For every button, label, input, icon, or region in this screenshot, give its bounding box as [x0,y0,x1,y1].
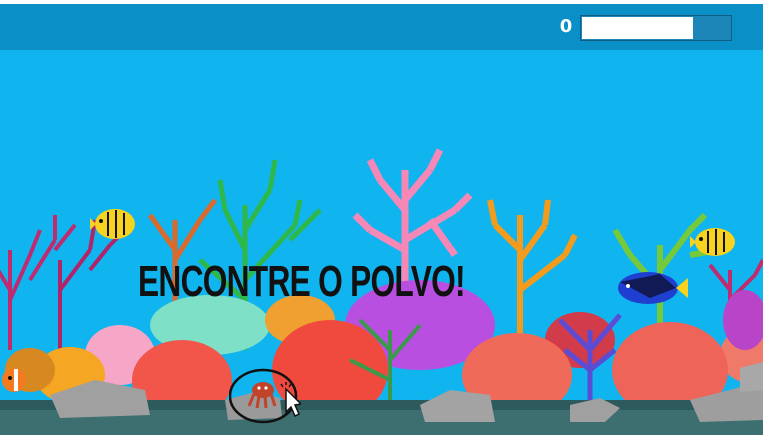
timer-bar [580,15,732,41]
octopus-icon [247,382,277,409]
hidden-octopus-target[interactable] [228,366,303,426]
instruction-title: ENCONTRE O POLVO! [138,257,466,306]
clownfish [2,368,26,392]
score-counter: 0 [559,16,573,37]
reef-scene [0,50,763,435]
timer-bar-fill [582,17,693,39]
game-stage: 0 ENCONTRE O POLVO! [0,0,763,435]
hud-bar: 0 [0,4,763,50]
